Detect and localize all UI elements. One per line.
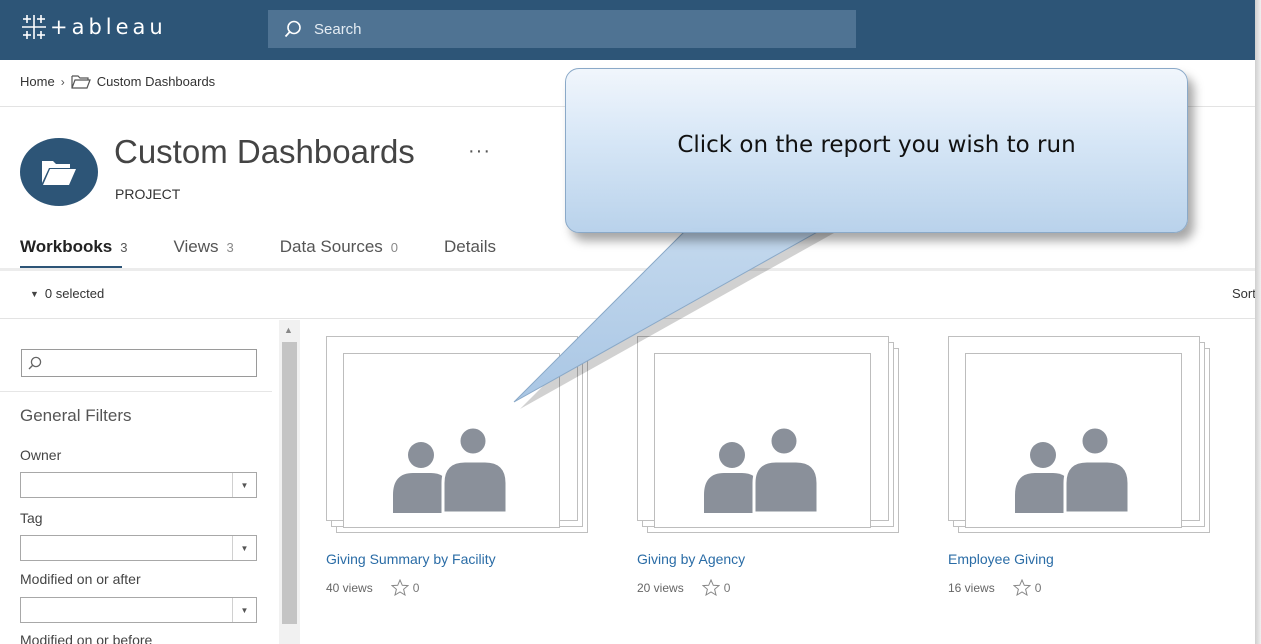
favorite-button[interactable]: 0 xyxy=(1012,579,1042,596)
filter-divider xyxy=(0,391,272,392)
search-icon xyxy=(284,20,301,38)
caret-down-icon: ▼ xyxy=(30,288,39,299)
owner-label: Owner xyxy=(20,447,62,463)
sheet-layer xyxy=(948,336,1200,528)
workbook-thumbnail-stack[interactable] xyxy=(637,336,899,536)
modified-after-select[interactable]: ▼ xyxy=(20,597,257,623)
selection-dropdown[interactable]: ▼ 0 selected xyxy=(30,286,104,301)
workbook-thumbnail xyxy=(965,353,1182,528)
tab-data-sources[interactable]: Data Sources 0 xyxy=(280,237,398,266)
breadcrumb-home[interactable]: Home xyxy=(20,74,55,89)
favorite-button[interactable]: 0 xyxy=(701,579,731,596)
sheet-layer xyxy=(326,336,578,528)
breadcrumb-current: Custom Dashboards xyxy=(96,74,216,89)
tab-workbooks[interactable]: Workbooks 3 xyxy=(20,237,128,269)
project-avatar xyxy=(20,138,98,206)
users-icon xyxy=(392,425,508,513)
favorite-count: 0 xyxy=(412,580,420,595)
workbook-thumbnail xyxy=(343,353,560,528)
tab-count: 3 xyxy=(120,240,128,255)
users-icon xyxy=(1014,425,1130,513)
sheet-layer xyxy=(637,336,889,528)
content-tabs: Workbooks 3 Views 3 Data Sources 0 Details xyxy=(20,237,542,269)
workbook-meta: 16 views 0 xyxy=(948,579,1041,596)
star-icon xyxy=(390,579,409,596)
toolbar-divider xyxy=(0,318,1255,319)
selected-count: 0 selected xyxy=(44,286,105,301)
favorite-button[interactable]: 0 xyxy=(390,579,420,596)
project-type-label: PROJECT xyxy=(115,186,181,202)
tab-label: Views xyxy=(173,237,219,256)
workbook-card[interactable]: Giving by Agency 20 views 0 xyxy=(637,336,927,606)
workbook-meta: 20 views 0 xyxy=(637,579,730,596)
workbook-card[interactable]: Giving Summary by Facility 40 views 0 xyxy=(326,336,616,606)
owner-select[interactable]: ▼ xyxy=(20,472,257,498)
global-search[interactable] xyxy=(268,10,856,48)
tab-views[interactable]: Views 3 xyxy=(174,237,234,266)
scrollbar-thumb[interactable] xyxy=(282,342,297,624)
callout-text: Click on the report you wish to run xyxy=(677,131,1076,158)
star-icon xyxy=(1012,579,1031,596)
workbook-thumbnail-stack[interactable] xyxy=(948,336,1210,536)
tag-label: Tag xyxy=(20,510,43,526)
modified-after-label: Modified on or after xyxy=(20,571,141,587)
tab-count: 3 xyxy=(226,240,234,255)
scroll-up-arrow-icon[interactable]: ▲ xyxy=(284,325,293,335)
window-edge xyxy=(1255,0,1261,644)
chevron-down-icon: ▼ xyxy=(232,536,256,560)
folder-open-icon xyxy=(42,161,76,185)
workbook-meta: 40 views 0 xyxy=(326,579,419,596)
workbook-title-link[interactable]: Giving Summary by Facility xyxy=(326,551,496,567)
view-count: 40 views xyxy=(326,580,373,595)
sort-by-dropdown[interactable]: Sort by xyxy=(1232,286,1255,301)
workbook-thumbnail-stack[interactable] xyxy=(326,336,588,536)
tab-label: Data Sources xyxy=(279,237,383,256)
search-icon xyxy=(28,356,42,370)
chevron-down-icon: ▼ xyxy=(232,598,256,622)
tab-label: Workbooks xyxy=(20,237,113,256)
top-navigation-bar: +ableau xyxy=(0,0,1255,60)
breadcrumb: Home › Custom Dashboards xyxy=(20,74,215,89)
favorite-count: 0 xyxy=(723,580,731,595)
more-actions-button[interactable]: ··· xyxy=(468,140,491,163)
users-icon xyxy=(703,425,819,513)
folder-icon xyxy=(71,75,91,89)
view-count: 16 views xyxy=(948,580,995,595)
modified-before-label: Modified on or before xyxy=(20,632,153,644)
logo-text: +ableau xyxy=(50,15,167,39)
tab-label: Details xyxy=(444,237,496,256)
star-icon xyxy=(701,579,720,596)
tabs-underline-track xyxy=(0,268,1255,271)
tab-count: 0 xyxy=(390,240,399,255)
workbook-title-link[interactable]: Giving by Agency xyxy=(637,551,745,567)
global-search-input[interactable] xyxy=(314,20,834,38)
tableau-logo[interactable]: +ableau xyxy=(22,12,167,42)
general-filters-title: General Filters xyxy=(20,406,132,425)
tab-details[interactable]: Details xyxy=(444,237,496,266)
workbook-title-link[interactable]: Employee Giving xyxy=(948,551,1054,567)
chevron-down-icon: ▼ xyxy=(232,473,256,497)
page-title: Custom Dashboards xyxy=(114,133,415,170)
filter-search[interactable] xyxy=(21,349,257,377)
view-count: 20 views xyxy=(637,580,684,595)
tableau-cross-icon xyxy=(22,15,46,39)
workbook-thumbnail xyxy=(654,353,871,528)
filter-search-input[interactable] xyxy=(46,355,246,371)
breadcrumb-separator: › xyxy=(60,74,65,89)
workbook-card[interactable]: Employee Giving 16 views 0 xyxy=(948,336,1238,606)
favorite-count: 0 xyxy=(1034,580,1042,595)
tag-select[interactable]: ▼ xyxy=(20,535,257,561)
